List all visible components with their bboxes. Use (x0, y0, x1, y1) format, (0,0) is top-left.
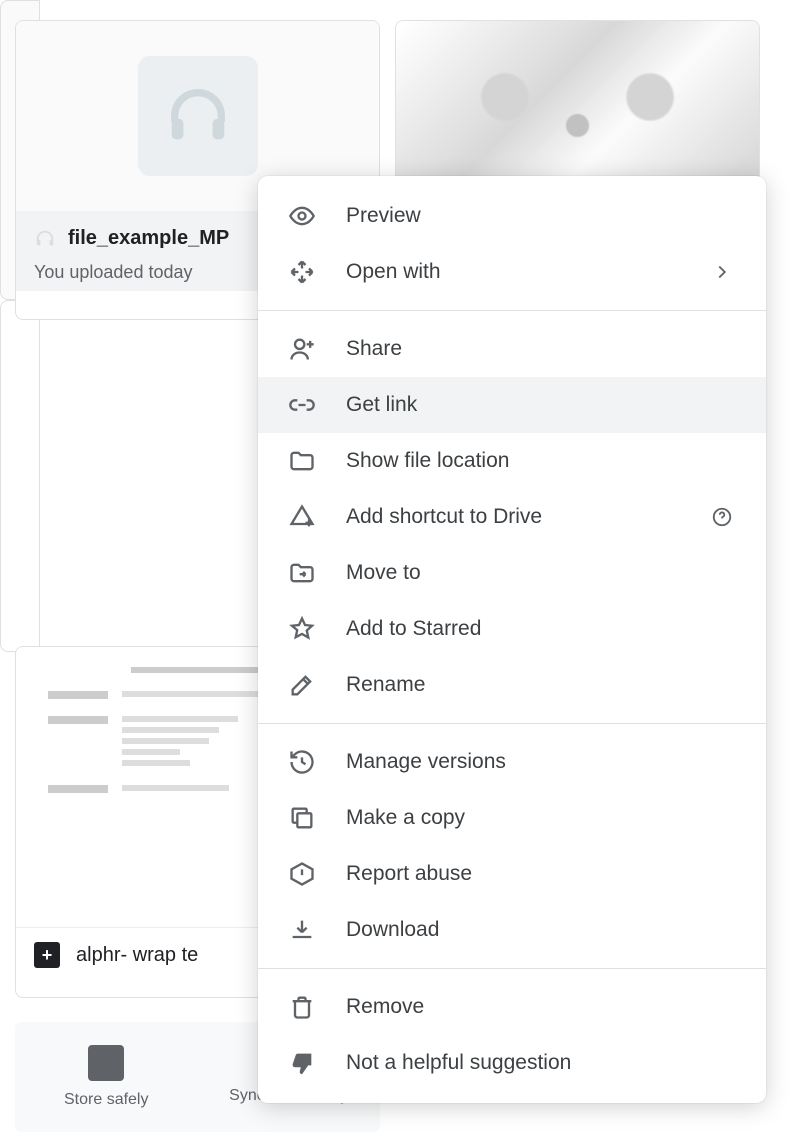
menu-item-get-link[interactable]: Get link (258, 377, 766, 433)
menu-item-label: Open with (346, 260, 678, 284)
link-icon (288, 391, 316, 419)
menu-item-label: Share (346, 337, 736, 361)
copy-icon (288, 804, 316, 832)
plus-icon: + (34, 942, 60, 968)
menu-item-label: Rename (346, 673, 736, 697)
menu-item-label: Not a helpful suggestion (346, 1051, 736, 1075)
download-icon (288, 916, 316, 944)
menu-item-remove[interactable]: Remove (258, 979, 766, 1035)
menu-item-label: Get link (346, 393, 736, 417)
eye-icon (288, 202, 316, 230)
menu-item-download[interactable]: Download (258, 902, 766, 958)
menu-item-label: Preview (346, 204, 736, 228)
headphones-icon (138, 56, 258, 176)
menu-item-rename[interactable]: Rename (258, 657, 766, 713)
menu-item-move-to[interactable]: Move to (258, 545, 766, 601)
drive-add-icon (288, 503, 316, 531)
menu-item-label: Remove (346, 995, 736, 1019)
pencil-icon (288, 671, 316, 699)
doc-icon (88, 1045, 124, 1081)
menu-item-make-copy[interactable]: Make a copy (258, 790, 766, 846)
menu-item-label: Show file location (346, 449, 736, 473)
menu-item-label: Manage versions (346, 750, 736, 774)
folder-move-icon (288, 559, 316, 587)
open-with-icon (288, 258, 316, 286)
file-name: file_example_MP (68, 227, 229, 250)
promo-label: Store safely (64, 1091, 148, 1109)
menu-item-label: Report abuse (346, 862, 736, 886)
menu-item-open-with[interactable]: Open with (258, 244, 766, 300)
star-icon (288, 615, 316, 643)
trash-icon (288, 993, 316, 1021)
person-add-icon (288, 335, 316, 363)
file-card-peek[interactable] (0, 300, 40, 652)
menu-item-report-abuse[interactable]: Report abuse (258, 846, 766, 902)
report-icon (288, 860, 316, 888)
menu-item-label: Make a copy (346, 806, 736, 830)
menu-item-label: Move to (346, 561, 736, 585)
menu-item-label: Add shortcut to Drive (346, 505, 678, 529)
history-icon (288, 748, 316, 776)
menu-item-label: Add to Starred (346, 617, 736, 641)
menu-item-not-helpful[interactable]: Not a helpful suggestion (258, 1035, 766, 1091)
menu-item-manage-versions[interactable]: Manage versions (258, 734, 766, 790)
menu-item-add-shortcut[interactable]: Add shortcut to Drive (258, 489, 766, 545)
menu-divider (258, 968, 766, 969)
menu-item-preview[interactable]: Preview (258, 188, 766, 244)
context-menu: Preview Open with Share Get link Show file l… (258, 176, 766, 1103)
headphones-icon (34, 228, 56, 250)
menu-divider (258, 723, 766, 724)
menu-item-share[interactable]: Share (258, 321, 766, 377)
thumb-down-icon (288, 1049, 316, 1077)
chevron-right-icon (708, 261, 736, 283)
folder-icon (288, 447, 316, 475)
menu-item-show-location[interactable]: Show file location (258, 433, 766, 489)
menu-item-label: Download (346, 918, 736, 942)
file-name: alphr- wrap te (76, 944, 198, 967)
menu-divider (258, 310, 766, 311)
menu-item-add-starred[interactable]: Add to Starred (258, 601, 766, 657)
help-icon[interactable] (708, 506, 736, 528)
